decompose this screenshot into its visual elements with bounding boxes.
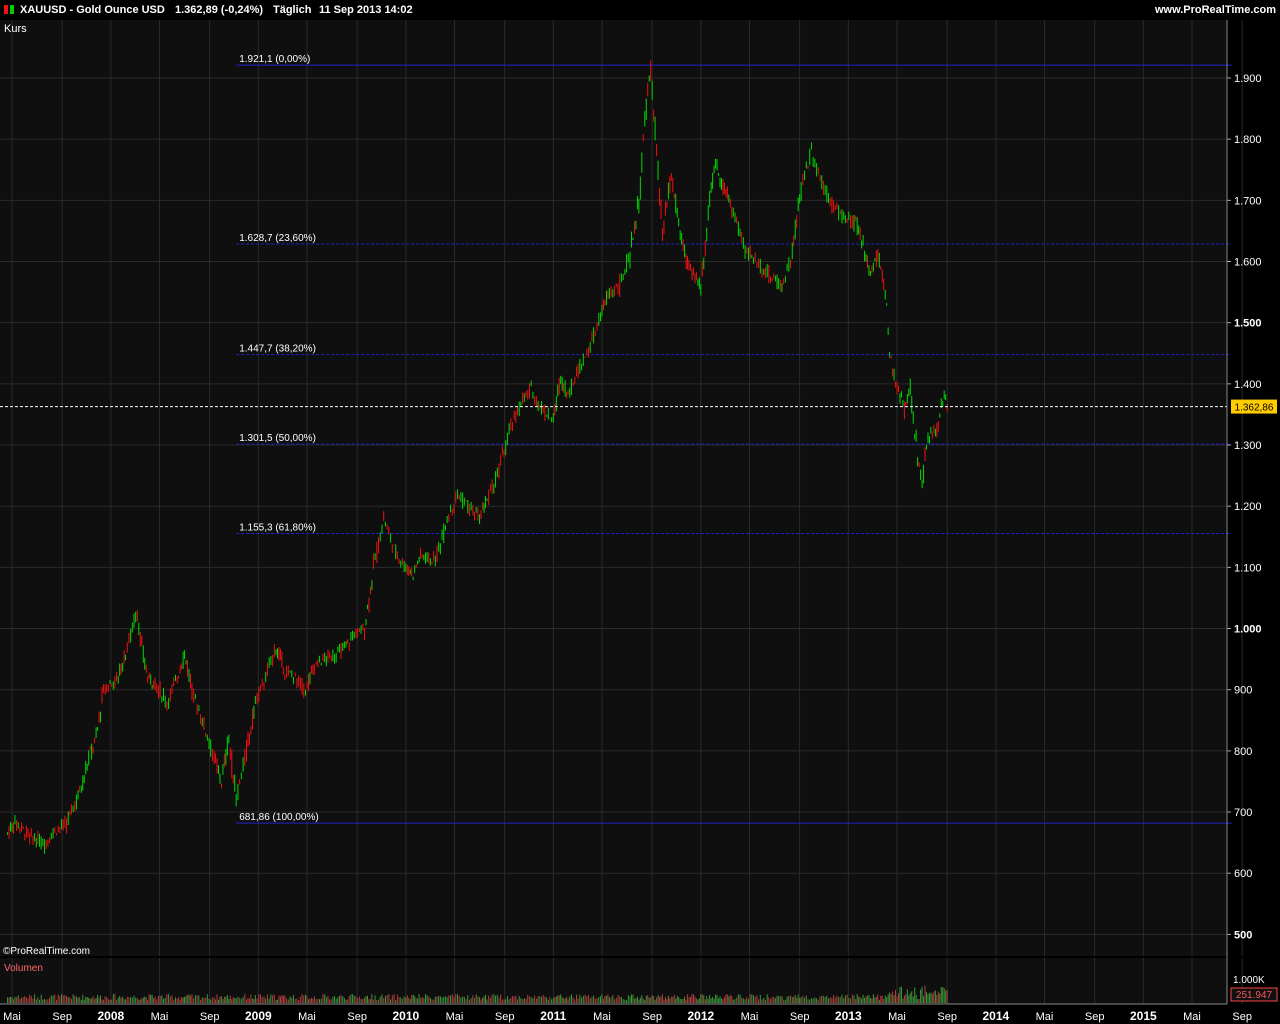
fib-label: 1.921,1 (0,00%) xyxy=(239,54,310,65)
price-chart[interactable]: 1.921,1 (0,00%) 1.628,7 (23,60%) 1.447,7 (… xyxy=(0,0,1280,1024)
x-tick-label: Sep xyxy=(200,1011,220,1023)
y-tick-label: 1.100 xyxy=(1234,562,1262,574)
y-tick-label: 700 xyxy=(1234,807,1252,819)
x-tick-label: Mai xyxy=(1036,1011,1054,1023)
fib-label: 1.447,7 (38,20%) xyxy=(239,344,316,355)
x-tick-label: Sep xyxy=(642,1011,662,1023)
y-tick-label: 1.500 xyxy=(1234,318,1262,330)
y-tick-label: 1.400 xyxy=(1234,379,1262,391)
x-axis: Mai Sep 2008 Mai Sep 2009 Mai Sep 2010 Mai Sep 2011… xyxy=(0,1003,1252,1023)
y-tick-label: 500 xyxy=(1234,929,1252,941)
x-tick-label: 2009 xyxy=(245,1009,272,1023)
x-tick-label: Sep xyxy=(790,1011,810,1023)
x-tick-label: Mai xyxy=(888,1011,906,1023)
x-tick-label: Sep xyxy=(1085,1011,1105,1023)
y-tick-label: 1.000 xyxy=(1234,624,1262,636)
watermark: ©ProRealTime.com xyxy=(3,946,90,957)
volume-value: 251.947 xyxy=(1236,990,1273,1001)
volume-panel-label: Volumen xyxy=(4,963,43,974)
y-tick-label: 600 xyxy=(1234,868,1252,880)
y-tick-label: 1.900 xyxy=(1234,73,1262,85)
y-tick-label: 1.700 xyxy=(1234,195,1262,207)
price-panel-label: Kurs xyxy=(4,23,27,35)
current-price-value: 1.362,86 xyxy=(1235,403,1274,414)
price-panel xyxy=(0,20,1227,956)
x-tick-label: Mai xyxy=(593,1011,611,1023)
x-tick-label: 2011 xyxy=(540,1009,566,1023)
x-tick-label: Sep xyxy=(937,1011,957,1023)
y-tick-label: 900 xyxy=(1234,685,1252,697)
x-tick-label: 2010 xyxy=(392,1009,419,1023)
x-tick-label: Sep xyxy=(347,1011,367,1023)
x-tick-label: Sep xyxy=(52,1011,72,1023)
y-tick-label: 800 xyxy=(1234,746,1252,758)
x-tick-label: 2012 xyxy=(687,1009,714,1023)
chart-window: XAUUSD - Gold Ounce USD 1.362,89 (-0,24%… xyxy=(0,0,1280,1024)
x-tick-label: Mai xyxy=(3,1011,21,1023)
x-tick-label: Mai xyxy=(298,1011,316,1023)
fib-label: 1.155,3 (61,80%) xyxy=(239,523,316,534)
y-tick-label: 1.800 xyxy=(1234,134,1262,146)
fib-label: 681,86 (100,00%) xyxy=(239,812,319,823)
x-tick-label: 2015 xyxy=(1130,1009,1157,1023)
x-tick-label: Mai xyxy=(1183,1011,1201,1023)
volume-axis-top: 1.000K xyxy=(1233,975,1265,986)
y-tick-label: 1.600 xyxy=(1234,257,1262,269)
fib-label: 1.628,7 (23,60%) xyxy=(239,233,316,244)
x-tick-label: Mai xyxy=(151,1011,169,1023)
fib-label: 1.301,5 (50,00%) xyxy=(239,433,316,444)
x-tick-label: Mai xyxy=(741,1011,759,1023)
y-tick-label: 1.300 xyxy=(1234,440,1262,452)
x-tick-label: Sep xyxy=(1232,1011,1252,1023)
y-tick-label: 1.200 xyxy=(1234,501,1262,513)
x-tick-label: Sep xyxy=(495,1011,515,1023)
x-tick-label: 2008 xyxy=(97,1009,124,1023)
volume-panel xyxy=(0,958,1227,1004)
x-tick-label: 2014 xyxy=(982,1009,1009,1023)
y-axis: 500 600 700 800 900 1.000 1.100 1.200 1.300 1.400… xyxy=(1226,20,1262,1004)
x-tick-label: 2013 xyxy=(835,1009,862,1023)
x-tick-label: Mai xyxy=(446,1011,464,1023)
